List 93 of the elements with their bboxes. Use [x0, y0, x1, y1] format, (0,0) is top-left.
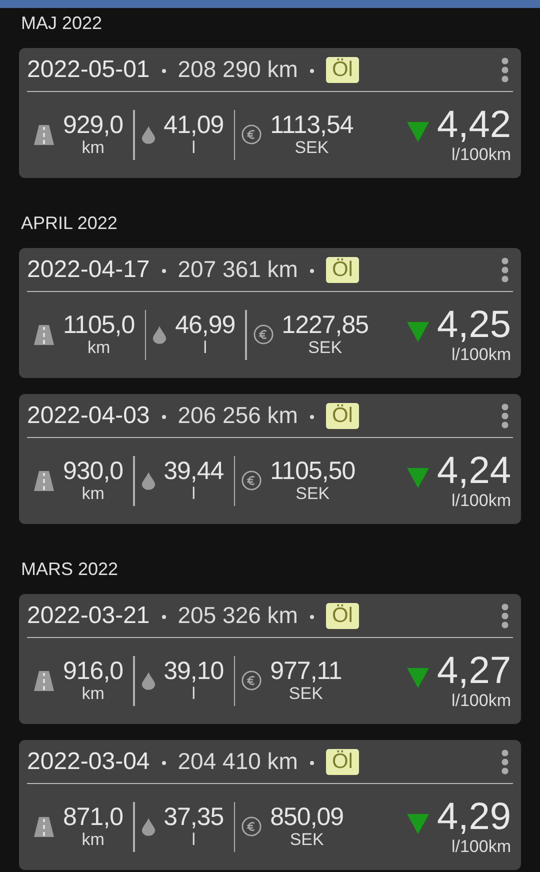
separator-dot [310, 760, 314, 764]
more-options-icon[interactable] [501, 748, 509, 774]
separator-dot [162, 760, 166, 764]
distance-value: 929,0 [63, 113, 124, 138]
road-icon [33, 816, 55, 838]
entry-tag: Öl [326, 748, 359, 774]
euro-icon [241, 124, 262, 145]
entry-tag: Öl [326, 56, 359, 82]
entry-tag: Öl [326, 602, 359, 628]
entry-tag: Öl [326, 256, 359, 282]
cost-value: 850,09 [270, 805, 344, 830]
separator-dot [162, 414, 166, 418]
road-icon [33, 670, 55, 692]
consumption-value: 4,25 [437, 306, 511, 344]
entry-date: 2022-04-17 [27, 256, 150, 284]
euro-icon [241, 816, 262, 837]
currency-label: SEK [294, 139, 329, 156]
drop-icon [140, 671, 156, 690]
distance-value: 1105,0 [63, 313, 135, 338]
month-heading: APRIL 2022 [21, 213, 118, 234]
fuel-entry-card[interactable]: 2022-04-03 206 256 km Öl 930,0 km 39,44 l 1105,50 SEK 4,24 l/100km [19, 394, 521, 524]
drop-icon [152, 325, 168, 344]
consumption-unit: l/100km [451, 346, 511, 363]
cost-value: 977,11 [270, 659, 342, 684]
volume-unit: l [192, 685, 196, 702]
distance-value: 916,0 [63, 659, 124, 684]
volume-value: 37,35 [164, 805, 224, 830]
road-icon [33, 324, 55, 346]
entry-date: 2022-03-21 [27, 602, 150, 630]
consumption-unit: l/100km [451, 692, 511, 709]
separator-dot [310, 268, 314, 272]
consumption-value: 4,27 [437, 652, 511, 690]
month-heading: MAJ 2022 [21, 13, 104, 34]
consumption-unit: l/100km [451, 838, 511, 855]
road-icon [33, 124, 55, 146]
entry-date: 2022-05-01 [27, 56, 150, 84]
consumption-value: 4,24 [437, 452, 511, 490]
consumption-unit: l/100km [451, 492, 511, 509]
separator-dot [162, 614, 166, 618]
fuel-entry-card[interactable]: 2022-05-01 208 290 km Öl 929,0 km 41,09 l 1113,54 SEK 4,42 l/100km [19, 48, 521, 178]
road-icon [33, 470, 55, 492]
entry-tag: Öl [326, 402, 359, 428]
currency-label: SEK [288, 685, 323, 702]
volume-value: 46,99 [175, 313, 236, 338]
volume-value: 39,10 [164, 659, 224, 684]
consumption-value: 4,42 [437, 106, 511, 144]
odometer-reading: 205 326 km [178, 602, 298, 629]
distance-value: 930,0 [63, 459, 124, 484]
separator-dot [310, 414, 314, 418]
volume-unit: l [203, 339, 208, 356]
distance-unit: km [82, 139, 104, 156]
distance-unit: km [87, 339, 110, 356]
drop-icon [140, 471, 156, 490]
fuel-entry-card[interactable]: 2022-03-21 205 326 km Öl 916,0 km 39,10 l 977,11 SEK 4,27 l/100km [19, 594, 521, 724]
more-options-icon[interactable] [501, 402, 509, 428]
cost-value: 1227,85 [282, 313, 369, 338]
odometer-reading: 208 290 km [178, 56, 298, 83]
volume-unit: l [192, 831, 196, 848]
month-heading: MARS 2022 [21, 559, 120, 580]
more-options-icon[interactable] [501, 56, 509, 82]
distance-value: 871,0 [63, 805, 124, 830]
more-options-icon[interactable] [501, 602, 509, 628]
currency-label: SEK [308, 339, 342, 356]
volume-value: 41,09 [164, 113, 224, 138]
fuel-entry-card[interactable]: 2022-04-17 207 361 km Öl 1105,0 km 46,99 l 1227,85 SEK 4,25 l/100km [19, 248, 521, 378]
odometer-reading: 207 361 km [178, 256, 298, 283]
odometer-reading: 204 410 km [178, 748, 298, 775]
odometer-reading: 206 256 km [178, 402, 298, 429]
consumption-unit: l/100km [451, 146, 511, 163]
currency-label: SEK [296, 485, 330, 502]
fuel-entry-card[interactable]: 2022-03-04 204 410 km Öl 871,0 km 37,35 l 850,09 SEK 4,29 l/100km [19, 740, 521, 870]
more-options-icon[interactable] [501, 256, 509, 282]
volume-unit: l [192, 485, 196, 502]
entry-date: 2022-03-04 [27, 748, 150, 776]
cost-value: 1105,50 [270, 459, 356, 484]
volume-value: 39,44 [164, 459, 224, 484]
distance-unit: km [82, 831, 104, 848]
separator-dot [162, 68, 166, 72]
separator-dot [310, 68, 314, 72]
currency-label: SEK [290, 831, 324, 848]
drop-icon [140, 125, 156, 144]
euro-icon [252, 324, 274, 345]
cost-value: 1113,54 [270, 113, 354, 138]
distance-unit: km [82, 485, 104, 502]
euro-icon [241, 670, 262, 691]
separator-dot [310, 614, 314, 618]
separator-dot [162, 268, 166, 272]
entry-date: 2022-04-03 [27, 402, 150, 430]
volume-unit: l [192, 139, 196, 156]
distance-unit: km [82, 685, 104, 702]
consumption-value: 4,29 [437, 798, 511, 836]
euro-icon [241, 470, 262, 491]
drop-icon [140, 817, 156, 836]
